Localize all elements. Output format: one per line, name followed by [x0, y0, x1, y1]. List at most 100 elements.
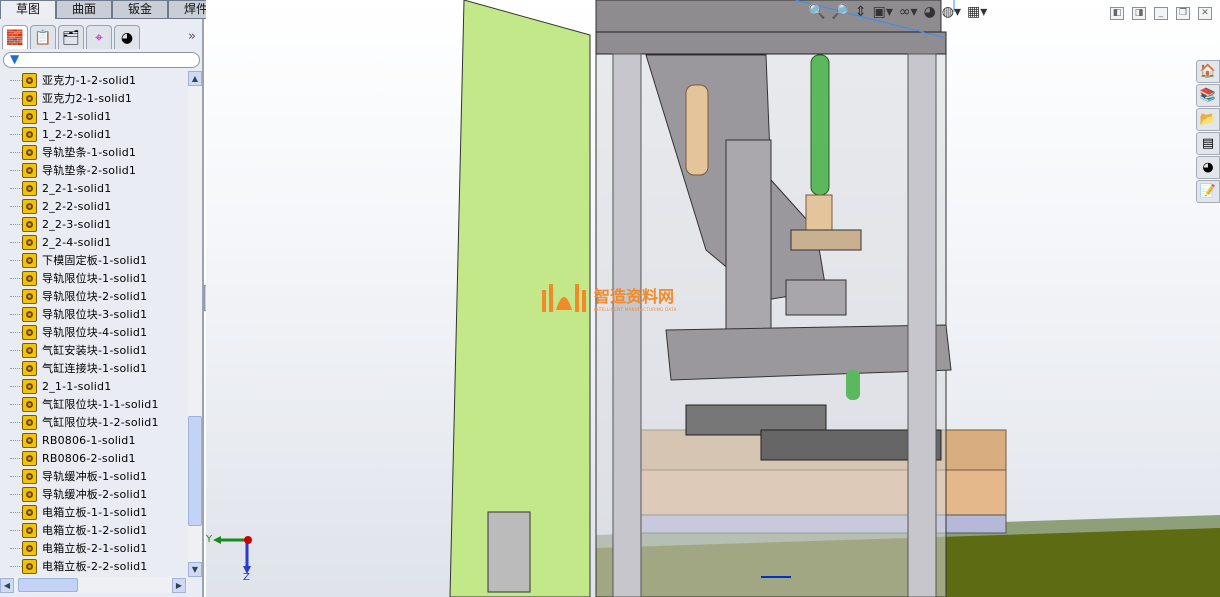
file-explorer-icon[interactable]: 📂 [1196, 108, 1220, 131]
solidworks-resources-icon[interactable]: 🏠 [1196, 60, 1220, 83]
dimxpert-icon[interactable]: ⌖ [86, 25, 112, 49]
tree-connector [10, 169, 22, 171]
tree-item[interactable]: 导轨限位块-2-solid1 [0, 287, 188, 305]
scroll-thumb[interactable] [18, 578, 78, 592]
tree-item[interactable]: 导轨缓冲板-1-solid1 [0, 467, 188, 485]
design-library-icon[interactable]: 📚 [1196, 84, 1220, 107]
display-style-icon[interactable]: ∞▾ [899, 4, 918, 20]
tree-item-label: 电箱立板-2-1-solid1 [42, 542, 148, 555]
tree-item[interactable]: RB0806-1-solid1 [0, 431, 188, 449]
scroll-thumb[interactable] [188, 416, 202, 526]
tree-item[interactable]: 导轨缓冲板-2-solid1 [0, 485, 188, 503]
tree-item-label: 1_2-2-solid1 [42, 127, 112, 141]
tree-item[interactable]: 2_2-1-solid1 [0, 179, 188, 197]
feature-manager-icon[interactable]: 🧱 [2, 25, 28, 49]
tree-item[interactable]: 导轨限位块-1-solid1 [0, 269, 188, 287]
tree-connector [10, 151, 22, 153]
custom-properties-icon[interactable]: 📝 [1196, 180, 1220, 203]
more-tabs-button[interactable]: » [188, 29, 196, 44]
part-icon [22, 450, 37, 466]
tree-item[interactable]: 导轨限位块-3-solid1 [0, 305, 188, 323]
part-icon [22, 432, 37, 448]
scroll-right-button[interactable]: ▶ [172, 578, 186, 593]
tree-item[interactable]: 电箱立板-2-2-solid1 [0, 557, 188, 575]
restore-icon[interactable]: ❐ [1176, 7, 1190, 20]
tree-item[interactable]: 电箱立板-2-1-solid1 [0, 539, 188, 557]
y-label: Y [205, 534, 213, 545]
tree-item[interactable]: 电箱立板-1-2-solid1 [0, 521, 188, 539]
tree-item[interactable]: 导轨垫条-1-solid1 [0, 143, 188, 161]
tree-item[interactable]: 气缸限位块-1-1-solid1 [0, 395, 188, 413]
tree-item-label: 气缸限位块-1-2-solid1 [42, 416, 159, 429]
configuration-manager-icon[interactable]: 🗂 [58, 25, 84, 49]
heads-up-view-toolbar: 🔍 🔎 ⇕ ▣▾ ∞▾ ◕ ◍▾ ▦▾ [808, 4, 987, 20]
zoom-to-fit-icon[interactable]: 🔍 [808, 4, 825, 20]
view-orientation-icon[interactable]: ▣▾ [873, 4, 893, 20]
tree-filter-input[interactable]: ▼ [3, 52, 200, 68]
minimize-icon[interactable]: _ [1154, 7, 1168, 20]
tree-item-label: RB0806-1-solid1 [42, 433, 136, 447]
tree-item-label: 1_2-1-solid1 [42, 109, 112, 123]
tree-item[interactable]: 气缸连接块-1-solid1 [0, 359, 188, 377]
tree-connector [10, 241, 22, 243]
scroll-down-button[interactable]: ▼ [188, 562, 202, 577]
scroll-up-button[interactable]: ▲ [188, 71, 202, 86]
tree-connector [10, 277, 22, 279]
z-label: Z [243, 572, 250, 580]
tree-item-label: 导轨限位块-3-solid1 [42, 308, 148, 321]
tree-item-label: 2_2-4-solid1 [42, 235, 112, 249]
tree-item[interactable]: 导轨垫条-2-solid1 [0, 161, 188, 179]
tree-item[interactable]: 2_1-1-solid1 [0, 377, 188, 395]
scroll-left-button[interactable]: ◀ [0, 578, 14, 593]
close-icon[interactable]: ✕ [1198, 7, 1212, 20]
part-icon [22, 90, 37, 106]
part-icon [22, 306, 37, 322]
zoom-to-area-icon[interactable]: 🔎 [831, 4, 848, 20]
apply-scene-icon[interactable]: ◍▾ [942, 4, 961, 20]
tree-item[interactable]: 2_2-2-solid1 [0, 197, 188, 215]
tree-item-label: 下模固定板-1-solid1 [42, 254, 148, 267]
appearances-icon[interactable]: ◕ [1196, 156, 1220, 179]
view-settings-icon[interactable]: ▦▾ [967, 4, 987, 20]
tree-item[interactable]: 气缸限位块-1-2-solid1 [0, 413, 188, 431]
tree-item[interactable]: 电箱立板-1-1-solid1 [0, 503, 188, 521]
command-tab[interactable]: 钣金 [112, 0, 168, 19]
tree-item[interactable]: 亚克力2-1-solid1 [0, 89, 188, 107]
tree-item-label: 导轨垫条-1-solid1 [42, 146, 137, 159]
x-axis-point [244, 536, 252, 544]
tree-horizontal-scrollbar[interactable]: ◀ ▶ [0, 577, 188, 593]
edit-appearance-icon[interactable]: ◕ [924, 4, 936, 20]
tree-connector [10, 223, 22, 225]
property-manager-icon[interactable]: 📋 [30, 25, 56, 49]
graphics-area[interactable]: 🔍 🔎 ⇕ ▣▾ ∞▾ ◕ ◍▾ ▦▾ ◧ ◨ _ ❐ ✕ [206, 0, 1220, 597]
tile-right-icon[interactable]: ◨ [1132, 7, 1146, 20]
tree-item[interactable]: 气缸安装块-1-solid1 [0, 341, 188, 359]
tree-connector [10, 529, 22, 531]
previous-view-icon[interactable]: ⇕ [855, 4, 867, 20]
tree-item[interactable]: 2_2-4-solid1 [0, 233, 188, 251]
tree-item[interactable]: 下模固定板-1-solid1 [0, 251, 188, 269]
tree-item[interactable]: 2_2-3-solid1 [0, 215, 188, 233]
tree-vertical-scrollbar[interactable]: ▲ ▼ [188, 71, 202, 577]
tree-item-label: 气缸连接块-1-solid1 [42, 362, 148, 375]
guide-pole [612, 53, 642, 597]
tree-item-label: 导轨垫条-2-solid1 [42, 164, 137, 177]
tree-item[interactable]: 亚克力-1-2-solid1 [0, 71, 188, 89]
command-tab[interactable]: 草图 [0, 0, 56, 19]
part-icon [22, 504, 37, 520]
command-tab[interactable]: 曲面 [56, 0, 112, 19]
tree-item[interactable]: RB0806-2-solid1 [0, 449, 188, 467]
tree-item[interactable]: 导轨限位块-4-solid1 [0, 323, 188, 341]
part-icon [22, 522, 37, 538]
tree-item-label: 2_1-1-solid1 [42, 379, 112, 393]
watermark-logo: 智造资料网 INTELLIGENT MANUFACTURING DATA [540, 280, 677, 314]
feature-manager-panel: 🧱 📋 🗂 ⌖ ◕ » ▼ 亚克力-1-2-solid1 亚克力2-1-solid… [0, 19, 204, 597]
tree-item[interactable]: 1_2-1-solid1 [0, 107, 188, 125]
tree-item[interactable]: 1_2-2-solid1 [0, 125, 188, 143]
view-palette-icon[interactable]: ▤ [1196, 132, 1220, 155]
display-manager-icon[interactable]: ◕ [114, 25, 140, 49]
tile-left-icon[interactable]: ◧ [1110, 7, 1124, 20]
watermark-subtitle: INTELLIGENT MANUFACTURING DATA [594, 306, 677, 312]
tree-connector [10, 115, 22, 117]
tree-connector [10, 187, 22, 189]
